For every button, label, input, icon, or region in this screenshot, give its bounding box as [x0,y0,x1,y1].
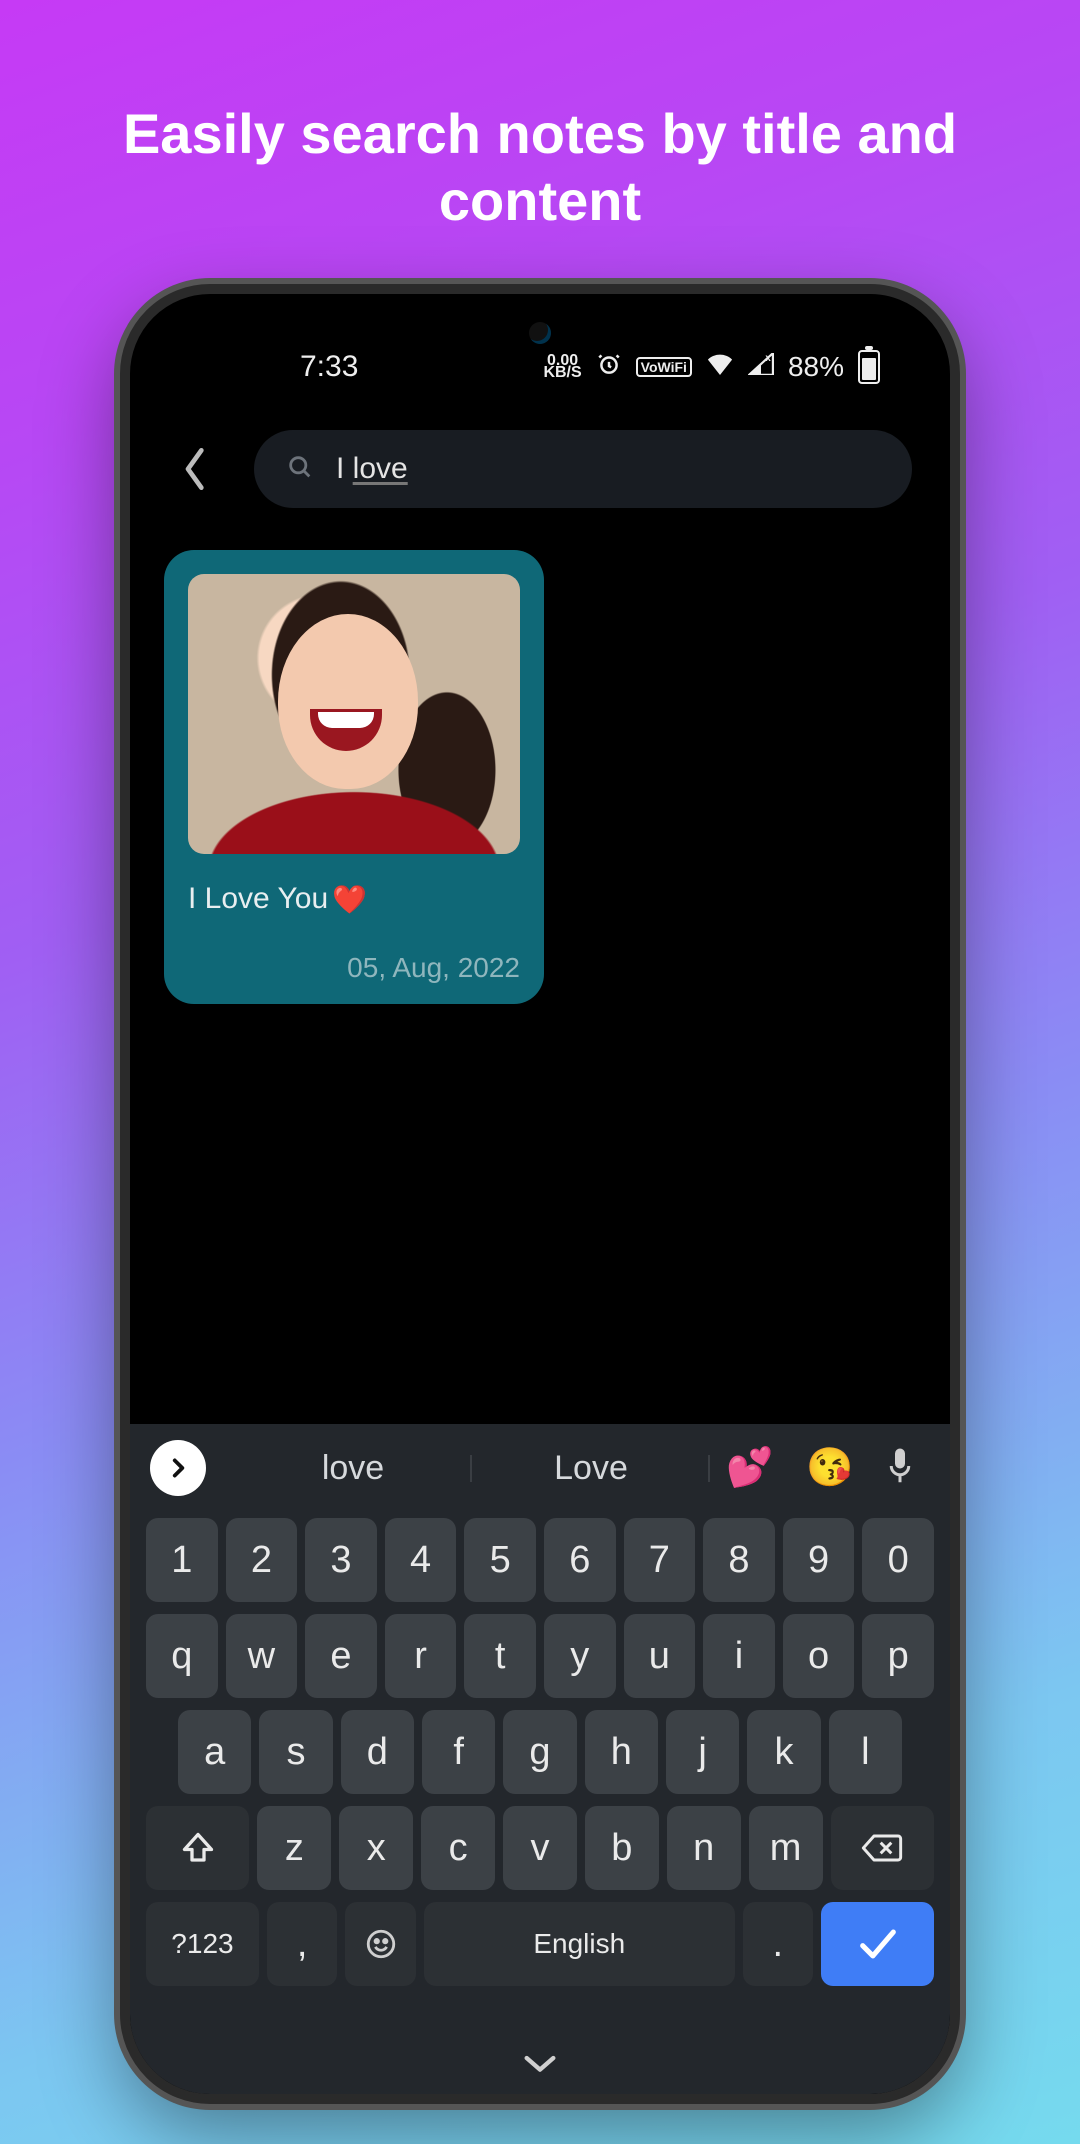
key-1[interactable]: 1 [146,1518,218,1602]
phone-camera [529,322,551,344]
key-6[interactable]: 6 [544,1518,616,1602]
period-key[interactable]: . [743,1902,814,1986]
key-p[interactable]: p [862,1614,934,1698]
phone-mockup: 7:33 0.00KB/S VoWiFi x 88% [120,284,960,2104]
key-b[interactable]: b [585,1806,659,1890]
alarm-icon [596,351,622,384]
key-l[interactable]: l [829,1710,902,1794]
note-thumbnail [188,574,520,854]
key-8[interactable]: 8 [703,1518,775,1602]
enter-key[interactable] [821,1902,934,1986]
soft-keyboard: love Love 💕 😘 1234567890 qwertyuiop asdf… [130,1424,950,2094]
key-c[interactable]: c [421,1806,495,1890]
key-9[interactable]: 9 [783,1518,855,1602]
key-y[interactable]: y [544,1614,616,1698]
key-v[interactable]: v [503,1806,577,1890]
mic-button[interactable] [870,1446,930,1491]
search-query-text: I love [336,452,408,486]
key-x[interactable]: x [339,1806,413,1890]
key-4[interactable]: 4 [385,1518,457,1602]
key-t[interactable]: t [464,1614,536,1698]
key-o[interactable]: o [783,1614,855,1698]
net-speed: 0.00KB/S [543,355,581,381]
comma-key[interactable]: , [267,1902,338,1986]
key-e[interactable]: e [305,1614,377,1698]
key-s[interactable]: s [259,1710,332,1794]
key-d[interactable]: d [341,1710,414,1794]
key-k[interactable]: k [747,1710,820,1794]
emoji-key[interactable] [345,1902,416,1986]
key-f[interactable]: f [422,1710,495,1794]
key-i[interactable]: i [703,1614,775,1698]
key-3[interactable]: 3 [305,1518,377,1602]
nav-handle[interactable] [130,2038,950,2088]
note-card[interactable]: I Love You❤️ 05, Aug, 2022 [164,550,544,1004]
key-j[interactable]: j [666,1710,739,1794]
suggestion-2[interactable]: Love [472,1449,710,1488]
back-button[interactable] [168,441,224,497]
search-icon [286,453,314,486]
status-bar: 7:33 0.00KB/S VoWiFi x 88% [130,342,950,392]
wifi-icon [706,353,734,382]
vowifi-badge: VoWiFi [636,357,692,377]
key-u[interactable]: u [624,1614,696,1698]
key-w[interactable]: w [226,1614,298,1698]
suggestion-emoji-2[interactable]: 😘 [790,1446,870,1490]
key-5[interactable]: 5 [464,1518,536,1602]
space-key[interactable]: English [424,1902,734,1986]
signal-icon: x [748,353,774,382]
key-a[interactable]: a [178,1710,251,1794]
status-time: 7:33 [300,350,358,384]
key-r[interactable]: r [385,1614,457,1698]
key-h[interactable]: h [585,1710,658,1794]
key-z[interactable]: z [257,1806,331,1890]
note-title: I Love You❤️ [188,882,520,916]
search-input[interactable]: I love [254,430,912,508]
key-7[interactable]: 7 [624,1518,696,1602]
key-m[interactable]: m [749,1806,823,1890]
key-n[interactable]: n [667,1806,741,1890]
key-g[interactable]: g [503,1710,576,1794]
key-2[interactable]: 2 [226,1518,298,1602]
phone-side-button [958,724,960,904]
battery-icon [858,350,880,384]
heart-icon: ❤️ [332,883,367,916]
symbols-key[interactable]: ?123 [146,1902,259,1986]
suggestion-emoji-1[interactable]: 💕 [710,1446,790,1490]
note-date: 05, Aug, 2022 [188,952,520,984]
promo-headline: Easily search notes by title and content [80,100,1000,234]
battery-percent: 88% [788,351,844,383]
key-q[interactable]: q [146,1614,218,1698]
svg-text:x: x [765,353,771,364]
backspace-key[interactable] [831,1806,934,1890]
suggestion-1[interactable]: love [234,1449,472,1488]
shift-key[interactable] [146,1806,249,1890]
key-0[interactable]: 0 [862,1518,934,1602]
expand-suggestions-button[interactable] [150,1440,206,1496]
